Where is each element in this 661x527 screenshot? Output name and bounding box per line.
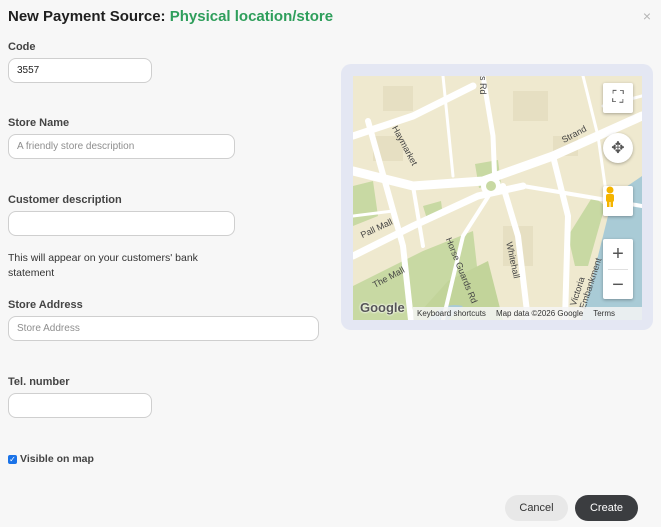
code-field[interactable]: [8, 58, 152, 83]
store-address-label: Store Address: [8, 299, 83, 311]
store-address-field[interactable]: [8, 316, 319, 341]
map-attribution: Keyboard shortcuts Map data ©2026 Google…: [413, 307, 642, 320]
camera-control-icon[interactable]: ✥: [603, 133, 633, 163]
cancel-button[interactable]: Cancel: [505, 495, 568, 521]
visible-on-map-label: Visible on map: [20, 453, 94, 465]
customer-description-hint: This will appear on your customers' bank…: [8, 252, 198, 279]
store-name-field[interactable]: [8, 134, 235, 159]
map-label-street-fragment: s Rd: [478, 76, 488, 95]
map-view[interactable]: Haymarket Strand Pall Mall The Mall Hors…: [353, 76, 642, 320]
keyboard-shortcuts-link[interactable]: Keyboard shortcuts: [417, 309, 486, 318]
zoom-in-button[interactable]: +: [603, 239, 633, 269]
map-frame: Haymarket Strand Pall Mall The Mall Hors…: [341, 64, 653, 330]
customer-description-label: Customer description: [8, 194, 122, 206]
tel-number-label: Tel. number: [8, 376, 70, 388]
code-label: Code: [8, 41, 36, 53]
tel-number-field[interactable]: [8, 393, 152, 418]
customer-description-field[interactable]: [8, 211, 235, 236]
dialog-title-accent: Physical location/store: [169, 8, 334, 25]
create-button[interactable]: Create: [575, 495, 638, 521]
terms-link[interactable]: Terms: [593, 309, 615, 318]
map-canvas: [353, 76, 642, 320]
visible-on-map-checkbox[interactable]: ✓: [8, 454, 17, 464]
map-data-text: Map data ©2026 Google: [495, 309, 584, 318]
google-logo[interactable]: Google: [360, 300, 405, 315]
visible-on-map-row[interactable]: ✓ Visible on map: [8, 453, 94, 465]
zoom-control: + −: [603, 239, 633, 299]
pegman-icon[interactable]: [603, 186, 633, 216]
close-icon[interactable]: ×: [643, 8, 651, 24]
dialog-title: New Payment Source: Physical location/st…: [8, 8, 333, 25]
zoom-out-button[interactable]: −: [603, 270, 633, 300]
store-name-label: Store Name: [8, 117, 70, 129]
fullscreen-icon[interactable]: ⛶: [603, 83, 633, 113]
dialog-title-prefix: New Payment Source:: [8, 8, 170, 25]
